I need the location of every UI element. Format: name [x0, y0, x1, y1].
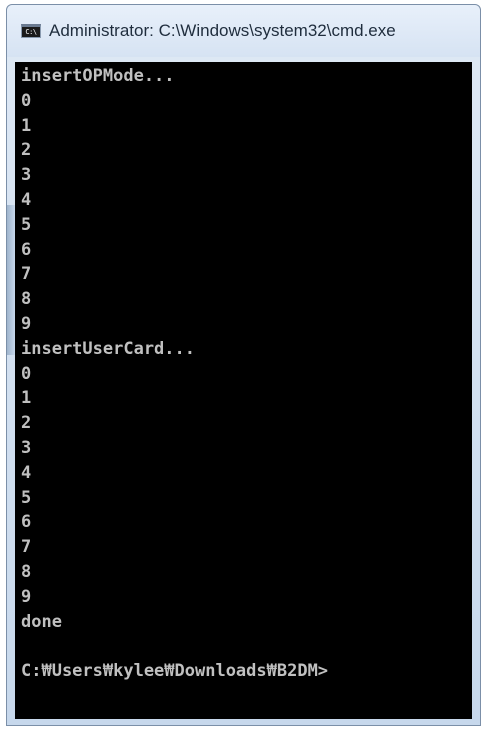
window-title: Administrator: C:\Windows\system32\cmd.e… — [49, 21, 396, 40]
console-line: insertUserCard... — [21, 338, 195, 359]
cmd-window: C:\ Administrator: C:\Windows\system32\c… — [6, 4, 481, 726]
console-line: 5 — [21, 214, 32, 235]
console-line: 1 — [21, 388, 32, 409]
console-line: 6 — [21, 239, 32, 260]
cmd-icon-label: C:\ — [25, 27, 37, 36]
console-line: 3 — [21, 165, 32, 186]
window-frame-edge — [7, 205, 15, 355]
console-line: insertOPMode... — [21, 66, 175, 86]
console-line: 9 — [21, 313, 32, 334]
console-line: 3 — [21, 437, 32, 458]
cmd-icon[interactable]: C:\ — [21, 24, 41, 38]
console-line: 9 — [21, 586, 32, 607]
console-line: 0 — [21, 363, 32, 384]
console-line: 8 — [21, 561, 32, 582]
console-line: 2 — [21, 140, 32, 161]
console-line: 6 — [21, 512, 32, 533]
console-output[interactable]: insertOPMode... 0 1 2 3 4 5 6 7 8 9 inse… — [15, 62, 472, 719]
console-line: 7 — [21, 537, 32, 558]
console-line: 7 — [21, 264, 32, 285]
console-line: 8 — [21, 289, 32, 310]
console-line: 0 — [21, 90, 32, 111]
command-prompt[interactable]: C:₩Users₩kylee₩Downloads₩B2DM> — [21, 659, 472, 684]
console-line: done — [21, 611, 62, 632]
console-line: 4 — [21, 462, 32, 483]
console-line: 4 — [21, 189, 32, 210]
console-line: 5 — [21, 487, 32, 508]
title-bar[interactable]: C:\ Administrator: C:\Windows\system32\c… — [7, 5, 480, 57]
console-line: 1 — [21, 115, 32, 136]
console-line: 2 — [21, 413, 32, 434]
